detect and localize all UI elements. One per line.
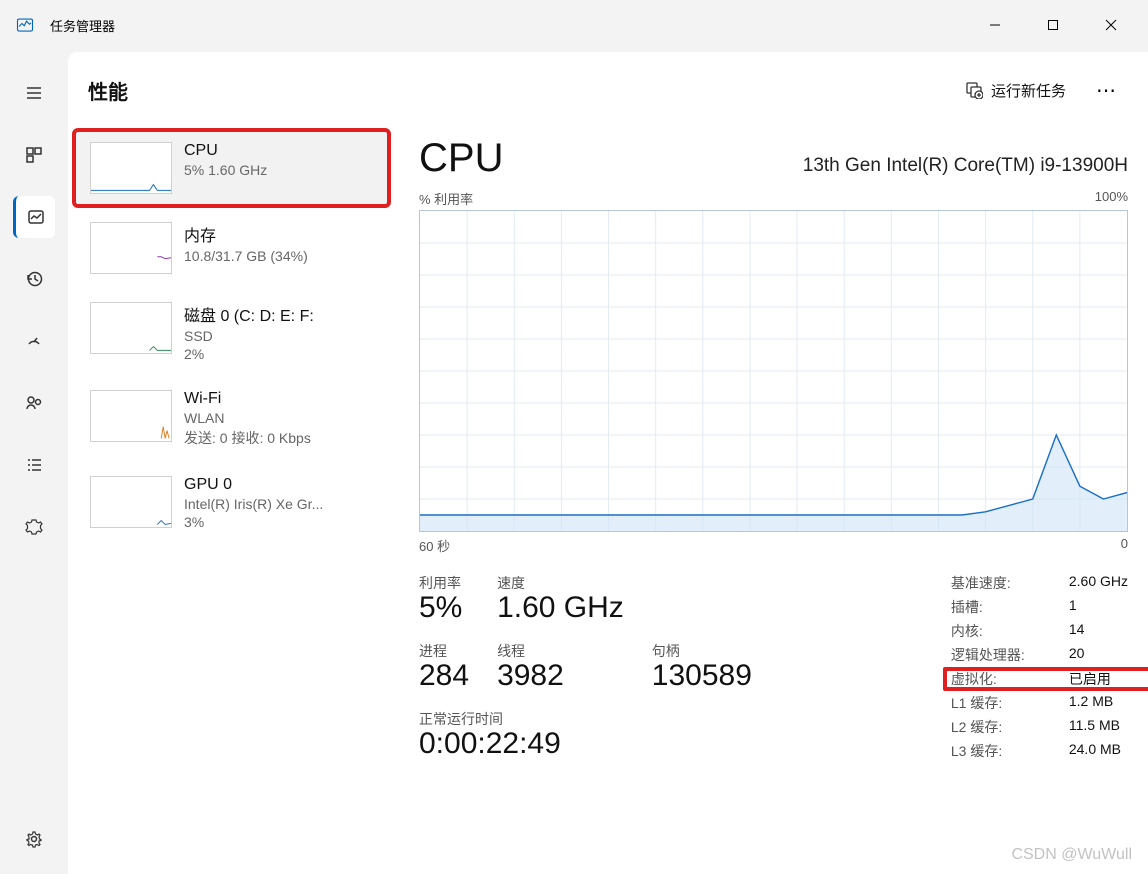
cpu-utilization-graph	[419, 210, 1128, 532]
graph-label-bottomright: 0	[1121, 536, 1128, 555]
perf-sub2: 发送: 0 接收: 0 Kbps	[184, 428, 311, 448]
perf-sub2: 2%	[184, 346, 314, 362]
perf-item-disk[interactable]: 磁盘 0 (C: D: E: F: SSD 2%	[72, 288, 391, 376]
perf-name: 内存	[184, 222, 308, 246]
perf-name: GPU 0	[184, 476, 323, 494]
cpu-specs: 基准速度: 2.60 GHz 插槽: 1 内核: 14 逻辑处理器: 20 虚拟…	[951, 573, 1128, 761]
proc-label: 进程	[419, 641, 469, 661]
sockets-label: 插槽:	[951, 597, 1069, 617]
l3-value: 24.0 MB	[1069, 741, 1128, 761]
page-title: 性能	[88, 76, 128, 105]
thread-value: 3982	[497, 659, 624, 693]
processes-tab-icon[interactable]	[13, 134, 55, 176]
memory-thumb	[90, 222, 172, 274]
thread-label: 线程	[497, 641, 624, 661]
logical-label: 逻辑处理器:	[951, 645, 1069, 665]
perf-name: 磁盘 0 (C: D: E: F:	[184, 302, 314, 326]
settings-icon[interactable]	[13, 818, 55, 860]
app-title: 任务管理器	[50, 16, 115, 35]
run-task-label: 运行新任务	[991, 80, 1066, 101]
l1-value: 1.2 MB	[1069, 693, 1128, 713]
users-tab-icon[interactable]	[13, 382, 55, 424]
perf-name: Wi-Fi	[184, 390, 311, 408]
detail-title: CPU	[419, 136, 503, 181]
perf-sub: WLAN	[184, 410, 311, 426]
perf-sub2: 3%	[184, 514, 323, 530]
maximize-button[interactable]	[1024, 4, 1082, 46]
perf-list: CPU 5% 1.60 GHz 内存 10.8/31.7 GB (34%) 磁盘…	[68, 128, 395, 874]
startup-tab-icon[interactable]	[13, 320, 55, 362]
content-header: 性能 运行新任务 ⋯	[68, 52, 1148, 128]
titlebar: 任务管理器	[0, 0, 1148, 50]
l2-value: 11.5 MB	[1069, 717, 1128, 737]
run-new-task-button[interactable]: 运行新任务	[955, 74, 1076, 107]
content-card: 性能 运行新任务 ⋯ CPU 5% 1.60 GHz	[68, 52, 1148, 874]
perf-sub: 5% 1.60 GHz	[184, 162, 267, 178]
perf-sub: SSD	[184, 328, 314, 344]
logical-value: 20	[1069, 645, 1128, 665]
speed-value: 1.60 GHz	[497, 591, 624, 625]
virt-value: 已启用	[1069, 669, 1128, 689]
perf-item-memory[interactable]: 内存 10.8/31.7 GB (34%)	[72, 208, 391, 288]
close-button[interactable]	[1082, 4, 1140, 46]
graph-label-bottomleft: 60 秒	[419, 536, 450, 555]
more-button[interactable]: ⋯	[1086, 72, 1128, 109]
handle-value: 130589	[652, 659, 752, 693]
nav-rail	[0, 50, 68, 874]
app-icon	[16, 16, 34, 34]
util-label: 利用率	[419, 573, 469, 593]
perf-item-gpu[interactable]: GPU 0 Intel(R) Iris(R) Xe Gr... 3%	[72, 462, 391, 544]
util-value: 5%	[419, 591, 469, 625]
base-speed-value: 2.60 GHz	[1069, 573, 1128, 593]
uptime-label: 正常运行时间	[419, 709, 752, 729]
l2-label: L2 缓存:	[951, 717, 1069, 737]
wifi-thumb	[90, 390, 172, 442]
perf-item-wifi[interactable]: Wi-Fi WLAN 发送: 0 接收: 0 Kbps	[72, 376, 391, 462]
services-tab-icon[interactable]	[13, 506, 55, 548]
l3-label: L3 缓存:	[951, 741, 1069, 761]
l1-label: L1 缓存:	[951, 693, 1069, 713]
uptime-value: 0:00:22:49	[419, 727, 752, 761]
detail-panel: CPU 13th Gen Intel(R) Core(TM) i9-13900H…	[395, 128, 1148, 874]
perf-name: CPU	[184, 142, 267, 160]
gpu-thumb	[90, 476, 172, 528]
graph-label-topright: 100%	[1095, 189, 1128, 208]
speed-label: 速度	[497, 573, 624, 593]
performance-tab-icon[interactable]	[13, 196, 55, 238]
app-history-tab-icon[interactable]	[13, 258, 55, 300]
minimize-button[interactable]	[966, 4, 1024, 46]
details-tab-icon[interactable]	[13, 444, 55, 486]
window-controls	[966, 4, 1140, 46]
disk-thumb	[90, 302, 172, 354]
graph-label-topleft: % 利用率	[419, 189, 473, 208]
cores-label: 内核:	[951, 621, 1069, 641]
sockets-value: 1	[1069, 597, 1128, 617]
perf-sub: 10.8/31.7 GB (34%)	[184, 248, 308, 264]
base-speed-label: 基准速度:	[951, 573, 1069, 593]
cpu-thumb	[90, 142, 172, 194]
handle-label: 句柄	[652, 641, 752, 661]
perf-sub: Intel(R) Iris(R) Xe Gr...	[184, 496, 323, 512]
cpu-model: 13th Gen Intel(R) Core(TM) i9-13900H	[803, 155, 1128, 177]
proc-value: 284	[419, 659, 469, 693]
perf-item-cpu[interactable]: CPU 5% 1.60 GHz	[72, 128, 391, 208]
cores-value: 14	[1069, 621, 1128, 641]
run-task-icon	[965, 81, 983, 99]
virt-label: 虚拟化:	[951, 669, 1069, 689]
watermark: CSDN @WuWull	[1011, 846, 1132, 864]
hamburger-icon[interactable]	[13, 72, 55, 114]
